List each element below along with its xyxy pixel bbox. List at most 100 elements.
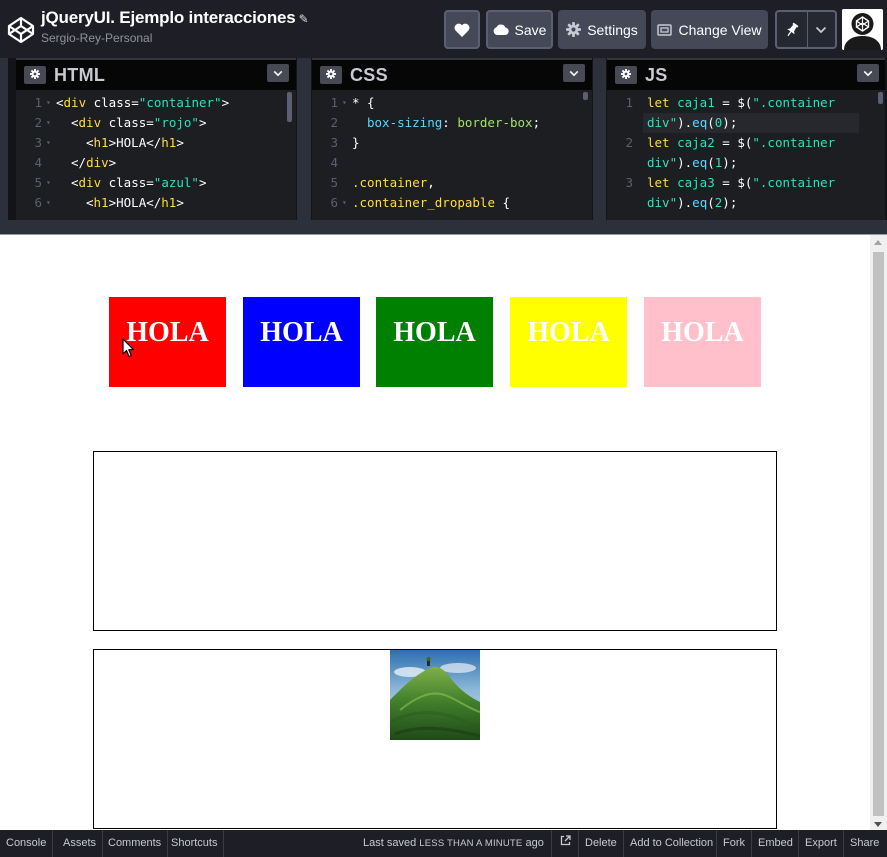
hill-image[interactable]: [390, 650, 480, 740]
scroll-up-arrow-icon[interactable]: [874, 240, 882, 245]
html-scrollbar[interactable]: [287, 92, 292, 122]
code-line: 2 let caja2 = $(".container: [607, 133, 885, 153]
add-to-collection-button[interactable]: Add to Collection: [623, 830, 719, 857]
code-token: h1: [161, 195, 177, 210]
css-scrollbar[interactable]: [583, 92, 588, 100]
code-token: >: [198, 115, 207, 130]
css-editor-header: CSS: [312, 58, 592, 90]
editor-resize-gutter[interactable]: [297, 58, 311, 234]
code-token: border-box: [457, 115, 533, 130]
code-token: eq: [692, 195, 708, 210]
settings-label: Settings: [587, 21, 638, 38]
preview-resize-bar[interactable]: [0, 220, 887, 234]
fold-arrow-icon[interactable]: ▾: [342, 193, 347, 213]
pen-title[interactable]: jQueryUI. Ejemplo interacciones ✎: [41, 8, 309, 28]
change-view-button[interactable]: Change View: [651, 10, 768, 49]
pin-menu-toggle[interactable]: [808, 12, 835, 47]
line-number: 6: [330, 195, 338, 210]
draggable-box-verde[interactable]: HOLA: [376, 297, 493, 387]
droppable-container-1[interactable]: [93, 451, 777, 631]
code-token: <: [71, 175, 79, 190]
css-editor[interactable]: CSS 1 ▾ * { 2 box-sizing: border-box; 3 …: [312, 58, 592, 220]
code-token: div: [86, 155, 109, 170]
js-code-area[interactable]: 1 let caja1 = $(".container div").eq(0);…: [607, 92, 885, 220]
pin-button[interactable]: [777, 12, 808, 47]
chevron-down-icon: [863, 64, 873, 82]
line-number: 1: [625, 95, 633, 110]
editors-area: HTML 1 ▾ <div class="container"> 2 ▾ <di…: [0, 58, 887, 234]
scroll-down-arrow-icon[interactable]: [874, 822, 882, 827]
export-button[interactable]: Export: [798, 830, 843, 857]
codepen-logo-icon[interactable]: [6, 15, 36, 45]
draggable-box-rosa[interactable]: HOLA: [644, 297, 761, 387]
shortcuts-button[interactable]: Shortcuts: [165, 830, 225, 857]
code-line: 1 ▾ <div class="container">: [16, 93, 296, 113]
code-token: );: [722, 115, 738, 130]
line-number: 3: [330, 135, 338, 150]
fold-arrow-icon[interactable]: ▾: [342, 93, 347, 113]
settings-button[interactable]: Settings: [558, 10, 646, 49]
css-settings-button[interactable]: [320, 66, 342, 84]
layout-icon: [657, 23, 673, 36]
html-editor[interactable]: HTML 1 ▾ <div class="container"> 2 ▾ <di…: [16, 58, 296, 220]
love-button[interactable]: [444, 10, 480, 49]
bottom-bar: Console Assets Comments Shortcuts Last s…: [0, 830, 887, 857]
css-code-area[interactable]: 1 ▾ * { 2 box-sizing: border-box; 3 } 4 …: [312, 92, 592, 220]
fold-arrow-icon[interactable]: ▾: [46, 93, 51, 113]
preview-scrollbar[interactable]: [870, 235, 887, 831]
embed-button[interactable]: Embed: [751, 830, 799, 857]
code-token: =: [714, 135, 738, 150]
fold-arrow-icon[interactable]: ▾: [46, 113, 51, 133]
line-number: 1: [34, 95, 42, 110]
save-button[interactable]: Save: [486, 10, 553, 49]
code-token: >HOLA</: [108, 135, 162, 150]
draggable-box-amarillo[interactable]: HOLA: [510, 297, 627, 387]
mouse-cursor-icon: [122, 338, 135, 363]
console-button[interactable]: Console: [0, 830, 54, 857]
code-token: (: [707, 155, 715, 170]
html-code-area[interactable]: 1 ▾ <div class="container"> 2 ▾ <div cla…: [16, 92, 296, 220]
code-token: "rojo": [153, 115, 199, 130]
code-token: eq: [692, 115, 708, 130]
line-number: 4: [330, 155, 338, 170]
code-line: 2 ▾ <div class="rojo">: [16, 113, 296, 133]
js-collapse-button[interactable]: [857, 64, 879, 82]
js-editor[interactable]: JS 1 let caja1 = $(".container div").eq(…: [607, 58, 885, 220]
html-editor-title: HTML: [54, 64, 106, 85]
assets-button[interactable]: Assets: [57, 830, 104, 857]
avatar[interactable]: [842, 9, 883, 50]
js-settings-button[interactable]: [615, 66, 637, 84]
code-token: class=: [86, 95, 139, 110]
open-external-button[interactable]: [551, 830, 578, 857]
scroll-thumb[interactable]: [873, 252, 884, 816]
code-token: <: [71, 115, 79, 130]
code-token: let: [647, 95, 670, 110]
css-collapse-button[interactable]: [563, 64, 585, 82]
fold-arrow-icon[interactable]: ▾: [46, 133, 51, 153]
fold-arrow-icon[interactable]: ▾: [46, 173, 51, 193]
code-token: class=: [101, 115, 154, 130]
box-heading: HOLA: [260, 317, 343, 348]
code-token: <: [56, 95, 64, 110]
code-line: 6 ▾ <h1>HOLA</h1>: [16, 193, 296, 213]
pencil-edit-icon[interactable]: ✎: [299, 12, 309, 26]
html-collapse-button[interactable]: [267, 64, 289, 82]
line-number: 2: [625, 135, 633, 150]
editor-resize-gutter[interactable]: [593, 58, 606, 234]
html-settings-button[interactable]: [24, 66, 46, 84]
droppable-container-2[interactable]: [93, 649, 777, 829]
delete-button[interactable]: Delete: [578, 830, 623, 857]
draggable-box-azul[interactable]: HOLA: [243, 297, 360, 387]
comments-button[interactable]: Comments: [102, 830, 169, 857]
pen-author[interactable]: Sergio-Rey-Personal: [41, 31, 308, 45]
editor-resize-gutter[interactable]: [0, 58, 8, 234]
code-token: div": [647, 155, 678, 170]
fold-arrow-icon[interactable]: ▾: [46, 193, 51, 213]
code-token: class=: [101, 175, 154, 190]
js-scrollbar[interactable]: [878, 92, 883, 104]
pin-dropdown[interactable]: [775, 10, 837, 49]
share-button[interactable]: Share: [843, 830, 885, 857]
preview-frame[interactable]: HOLA HOLA HOLA HOLA HOLA: [0, 234, 887, 831]
code-token: >: [198, 175, 207, 190]
fork-button[interactable]: Fork: [716, 830, 751, 857]
